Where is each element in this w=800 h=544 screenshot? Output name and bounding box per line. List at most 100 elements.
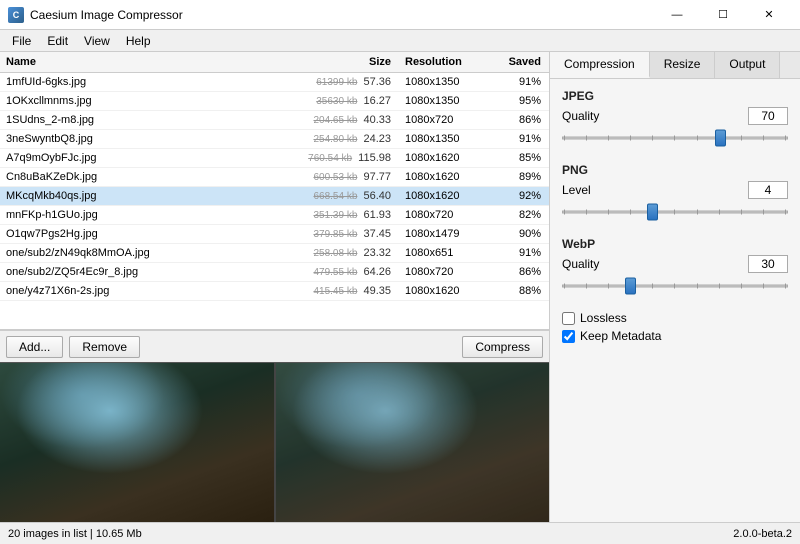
file-name: O1qw7Pgs2Hg.jpg <box>0 227 299 241</box>
png-slider[interactable] <box>562 203 788 221</box>
size-new: 115.98 <box>358 152 391 164</box>
keep-metadata-label: Keep Metadata <box>580 329 661 343</box>
png-slider-thumb[interactable] <box>647 204 658 221</box>
file-resolution: 1080x720 <box>399 208 489 222</box>
tab-resize[interactable]: Resize <box>650 52 716 78</box>
file-name: A7q9mOybFJc.jpg <box>0 151 299 165</box>
size-new: 57.36 <box>363 76 391 88</box>
statusbar: 20 images in list | 10.65 Mb 2.0.0-beta.… <box>0 522 800 544</box>
file-row[interactable]: mnFKp-h1GUo.jpg 351.39 kb 61.93 1080x720… <box>0 206 549 225</box>
size-original: 351.39 kb <box>313 210 357 221</box>
file-resolution: 1080x1350 <box>399 94 489 108</box>
menu-edit[interactable]: Edit <box>39 32 76 50</box>
minimize-button[interactable]: — <box>654 0 700 30</box>
file-list-header: Name Size Resolution Saved <box>0 52 549 73</box>
file-name: one/sub2/zN49qk8MmOA.jpg <box>0 246 299 260</box>
file-size: 415.45 kb 49.35 <box>299 284 399 298</box>
header-size: Size <box>299 55 399 69</box>
jpeg-slider-thumb[interactable] <box>715 130 726 147</box>
menu-view[interactable]: View <box>76 32 118 50</box>
size-original: 254.80 kb <box>313 134 357 145</box>
jpeg-section-title: JPEG <box>562 89 788 103</box>
file-row[interactable]: 1mfUId-6gks.jpg 61399 kb 57.36 1080x1350… <box>0 73 549 92</box>
file-row[interactable]: one/y4z71X6n-2s.jpg 415.45 kb 49.35 1080… <box>0 282 549 301</box>
file-name: 1SUdns_2-m8.jpg <box>0 113 299 127</box>
file-size: 379.85 kb 37.45 <box>299 227 399 241</box>
tab-bar: Compression Resize Output <box>550 52 800 79</box>
left-panel: Name Size Resolution Saved 1mfUId-6gks.j… <box>0 52 550 522</box>
menu-file[interactable]: File <box>4 32 39 50</box>
preview-compressed <box>274 363 550 522</box>
file-size: 600.53 kb 97.77 <box>299 170 399 184</box>
header-resolution: Resolution <box>399 55 489 69</box>
webp-slider[interactable] <box>562 277 788 295</box>
file-size: 254.80 kb 24.23 <box>299 132 399 146</box>
file-size: 61399 kb 57.36 <box>299 75 399 89</box>
settings-panel: JPEG Quality PNG Level <box>550 79 800 522</box>
file-list-body[interactable]: 1mfUId-6gks.jpg 61399 kb 57.36 1080x1350… <box>0 73 549 329</box>
file-row[interactable]: O1qw7Pgs2Hg.jpg 379.85 kb 37.45 1080x147… <box>0 225 549 244</box>
file-row[interactable]: A7q9mOybFJc.jpg 760.54 kb 115.98 1080x16… <box>0 149 549 168</box>
file-name: 1mfUId-6gks.jpg <box>0 75 299 89</box>
right-panel: Compression Resize Output JPEG Quality <box>550 52 800 522</box>
tab-output[interactable]: Output <box>715 52 780 78</box>
lossless-checkbox[interactable] <box>562 312 575 325</box>
file-row[interactable]: one/sub2/ZQ5r4Ec9r_8.jpg 479.55 kb 64.26… <box>0 263 549 282</box>
file-row[interactable]: 1OKxcllmnms.jpg 35630 kb 16.27 1080x1350… <box>0 92 549 111</box>
jpeg-slider-ticks <box>562 136 788 141</box>
file-resolution: 1080x1620 <box>399 189 489 203</box>
preview-compressed-image <box>276 363 550 522</box>
file-resolution: 1080x720 <box>399 113 489 127</box>
file-resolution: 1080x720 <box>399 265 489 279</box>
size-new: 49.35 <box>363 285 391 297</box>
remove-button[interactable]: Remove <box>69 336 140 358</box>
main-area: Name Size Resolution Saved 1mfUId-6gks.j… <box>0 52 800 522</box>
jpeg-slider[interactable] <box>562 129 788 147</box>
webp-quality-input[interactable] <box>748 255 788 273</box>
file-saved: 90% <box>489 227 549 241</box>
file-row[interactable]: MKcqMkb40qs.jpg 668.54 kb 56.40 1080x162… <box>0 187 549 206</box>
file-saved: 89% <box>489 170 549 184</box>
jpeg-quality-input[interactable] <box>748 107 788 125</box>
header-saved: Saved <box>489 55 549 69</box>
size-original: 479.55 kb <box>313 267 357 278</box>
keep-metadata-checkbox[interactable] <box>562 330 575 343</box>
size-new: 40.33 <box>363 114 391 126</box>
file-row[interactable]: one/sub2/zN49qk8MmOA.jpg 258.08 kb 23.32… <box>0 244 549 263</box>
file-name: 3neSwyntbQ8.jpg <box>0 132 299 146</box>
file-size: 351.39 kb 61.93 <box>299 208 399 222</box>
close-button[interactable]: ✕ <box>746 0 792 30</box>
lossless-label: Lossless <box>580 311 627 325</box>
file-row[interactable]: 1SUdns_2-m8.jpg 204.65 kb 40.33 1080x720… <box>0 111 549 130</box>
file-saved: 95% <box>489 94 549 108</box>
file-toolbar: Add... Remove Compress <box>0 330 549 362</box>
size-original: 204.65 kb <box>313 115 357 126</box>
webp-quality-row: Quality <box>562 255 788 273</box>
file-list-container: Name Size Resolution Saved 1mfUId-6gks.j… <box>0 52 549 330</box>
file-saved: 82% <box>489 208 549 222</box>
file-size: 35630 kb 16.27 <box>299 94 399 108</box>
file-row[interactable]: 3neSwyntbQ8.jpg 254.80 kb 24.23 1080x135… <box>0 130 549 149</box>
file-name: one/sub2/ZQ5r4Ec9r_8.jpg <box>0 265 299 279</box>
window-controls: — ☐ ✕ <box>654 0 792 30</box>
file-saved: 88% <box>489 284 549 298</box>
size-new: 64.26 <box>363 266 391 278</box>
size-original: 668.54 kb <box>313 191 357 202</box>
png-level-input[interactable] <box>748 181 788 199</box>
compress-button[interactable]: Compress <box>462 336 543 358</box>
file-row[interactable]: Cn8uBaKZeDk.jpg 600.53 kb 97.77 1080x162… <box>0 168 549 187</box>
png-section-title: PNG <box>562 163 788 177</box>
size-original: 600.53 kb <box>313 172 357 183</box>
menu-help[interactable]: Help <box>118 32 159 50</box>
webp-slider-thumb[interactable] <box>625 278 636 295</box>
webp-slider-ticks <box>562 284 788 289</box>
file-name: Cn8uBaKZeDk.jpg <box>0 170 299 184</box>
size-new: 56.40 <box>363 190 391 202</box>
menubar: File Edit View Help <box>0 30 800 52</box>
file-saved: 91% <box>489 75 549 89</box>
add-button[interactable]: Add... <box>6 336 63 358</box>
file-size: 258.08 kb 23.32 <box>299 246 399 260</box>
tab-compression[interactable]: Compression <box>550 52 650 78</box>
size-original: 760.54 kb <box>308 153 352 164</box>
maximize-button[interactable]: ☐ <box>700 0 746 30</box>
